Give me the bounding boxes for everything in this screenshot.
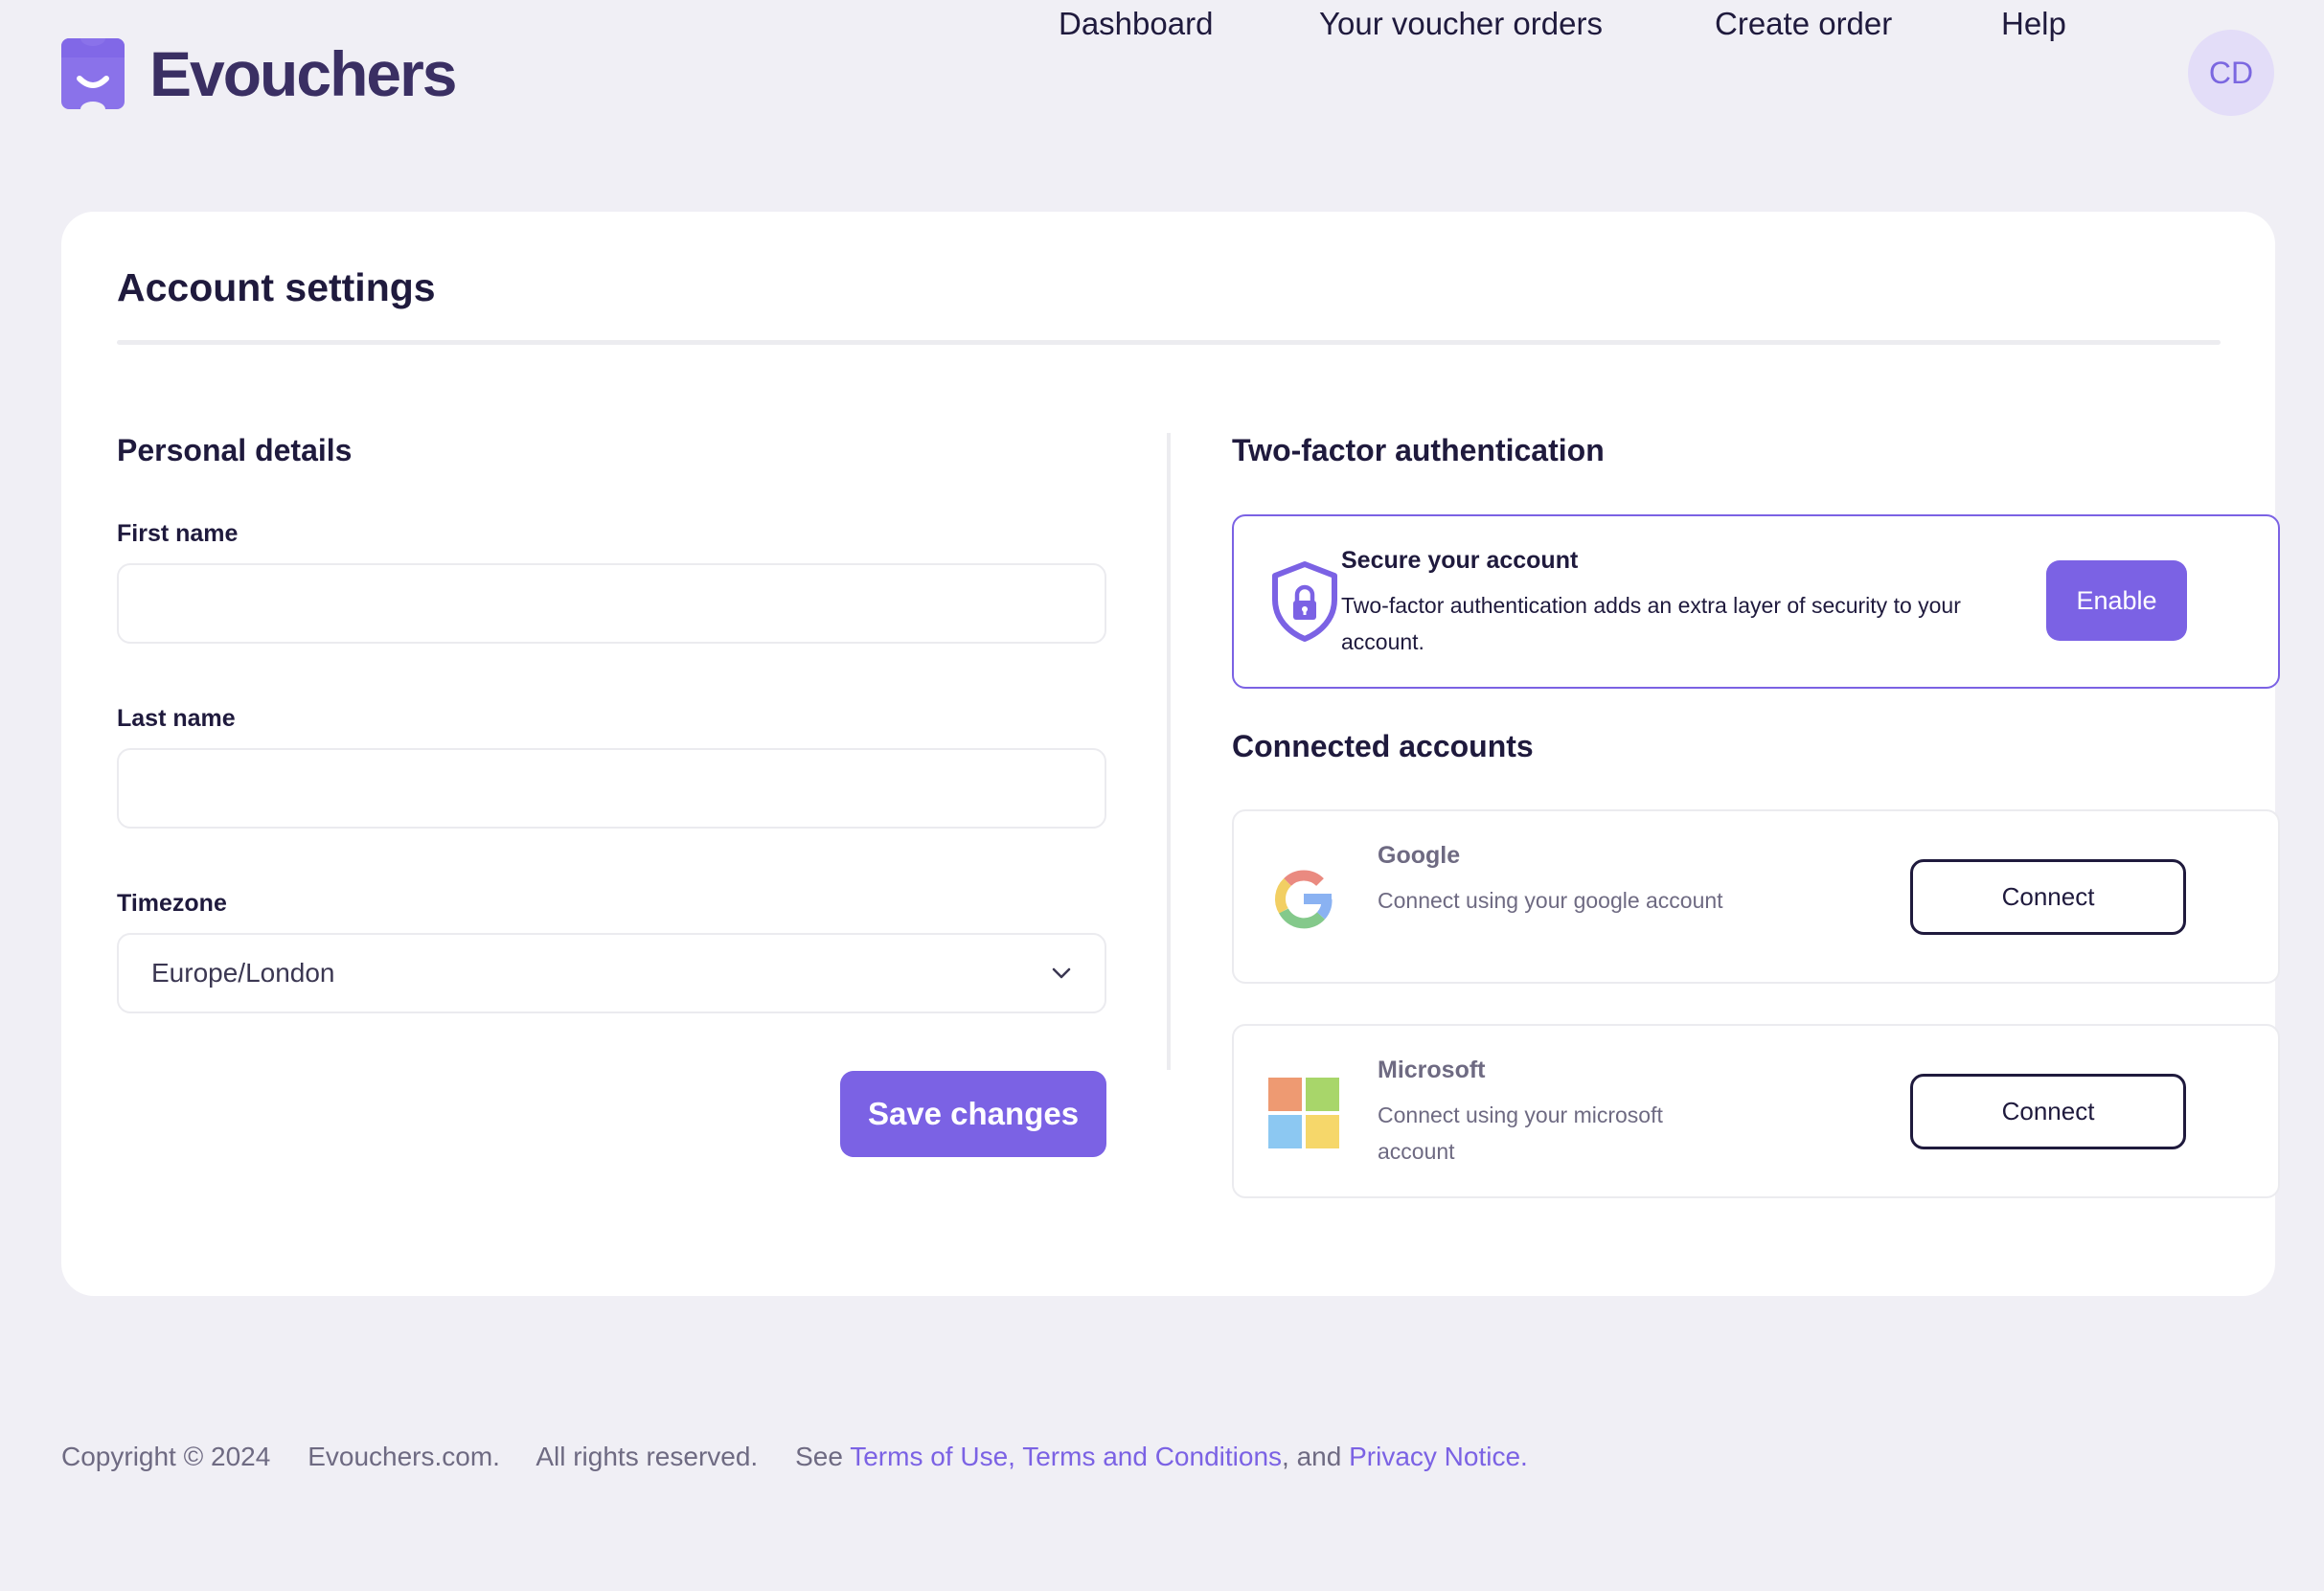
title-divider — [117, 340, 2221, 345]
nav-help[interactable]: Help — [2001, 0, 2066, 48]
column-divider — [1167, 433, 1171, 1070]
nav-dashboard[interactable]: Dashboard — [1059, 0, 1213, 48]
two-factor-description: Two-factor authentication adds an extra … — [1341, 593, 1961, 654]
privacy-notice-link[interactable]: Privacy Notice — [1349, 1442, 1520, 1471]
nav-create-order[interactable]: Create order — [1715, 0, 1892, 48]
terms-of-use-link[interactable]: Terms of Use — [850, 1442, 1008, 1471]
footer-spacer — [500, 1442, 535, 1471]
enable-2fa-button[interactable]: Enable — [2046, 560, 2187, 641]
chevron-down-icon — [1052, 967, 1071, 979]
page-footer: Copyright © 2024 Evouchers.com. All righ… — [61, 1438, 1528, 1476]
connect-google-button[interactable]: Connect — [1910, 859, 2186, 935]
first-name-input[interactable] — [117, 563, 1106, 644]
terms-and-conditions-link[interactable]: Terms and Conditions — [1022, 1442, 1282, 1471]
microsoft-account-row: Microsoft Connect using your microsoft a… — [1232, 1024, 2280, 1198]
two-factor-title: Two-factor authentication — [1232, 433, 1605, 467]
footer-period: . — [1520, 1442, 1528, 1471]
account-settings-card: Account settings Personal details First … — [61, 212, 2280, 1296]
save-changes-button[interactable]: Save changes — [840, 1071, 1106, 1157]
timezone-label: Timezone — [117, 890, 227, 917]
nav-your-voucher-orders[interactable]: Your voucher orders — [1319, 0, 1603, 48]
timezone-selected-value: Europe/London — [151, 958, 335, 988]
footer-space — [1341, 1442, 1349, 1471]
google-account-row: Google Connect using your google account… — [1232, 809, 2280, 984]
footer-and: , and — [1282, 1442, 1342, 1471]
footer-copyright: Copyright © 2024 — [61, 1442, 271, 1471]
shield-lock-icon — [1272, 561, 1337, 642]
microsoft-account-description: Connect using your microsoft account — [1378, 1102, 1663, 1164]
brand-logo[interactable]: Evouchers — [61, 38, 457, 109]
footer-site: Evouchers.com. — [308, 1442, 500, 1471]
evouchers-logo-icon — [61, 38, 125, 109]
last-name-input[interactable] — [117, 748, 1106, 829]
microsoft-account-name: Microsoft — [1378, 1057, 1486, 1083]
last-name-label: Last name — [117, 705, 236, 732]
page-title: Account settings — [117, 265, 436, 309]
google-account-name: Google — [1378, 842, 1461, 869]
footer-comma: , — [1008, 1442, 1015, 1471]
personal-details-title: Personal details — [117, 433, 353, 467]
user-avatar[interactable]: CD — [2188, 30, 2274, 116]
connect-microsoft-button[interactable]: Connect — [1910, 1074, 2186, 1149]
top-header: Evouchers Dashboard Your voucher orders … — [0, 0, 2324, 148]
timezone-select[interactable]: Europe/London — [117, 933, 1106, 1013]
first-name-label: First name — [117, 520, 239, 547]
brand-name: Evouchers — [149, 38, 457, 109]
footer-rights: All rights reserved. — [535, 1442, 759, 1471]
two-factor-panel: Secure your account Two-factor authentic… — [1232, 514, 2280, 689]
footer-see: See — [795, 1442, 843, 1471]
connected-accounts-title: Connected accounts — [1232, 729, 1534, 763]
footer-spacer — [270, 1442, 308, 1471]
microsoft-icon — [1268, 1078, 1339, 1148]
google-icon — [1275, 870, 1333, 929]
two-factor-heading: Secure your account — [1341, 547, 1579, 574]
footer-spacer — [758, 1442, 795, 1471]
google-account-description: Connect using your google account — [1378, 888, 1723, 913]
